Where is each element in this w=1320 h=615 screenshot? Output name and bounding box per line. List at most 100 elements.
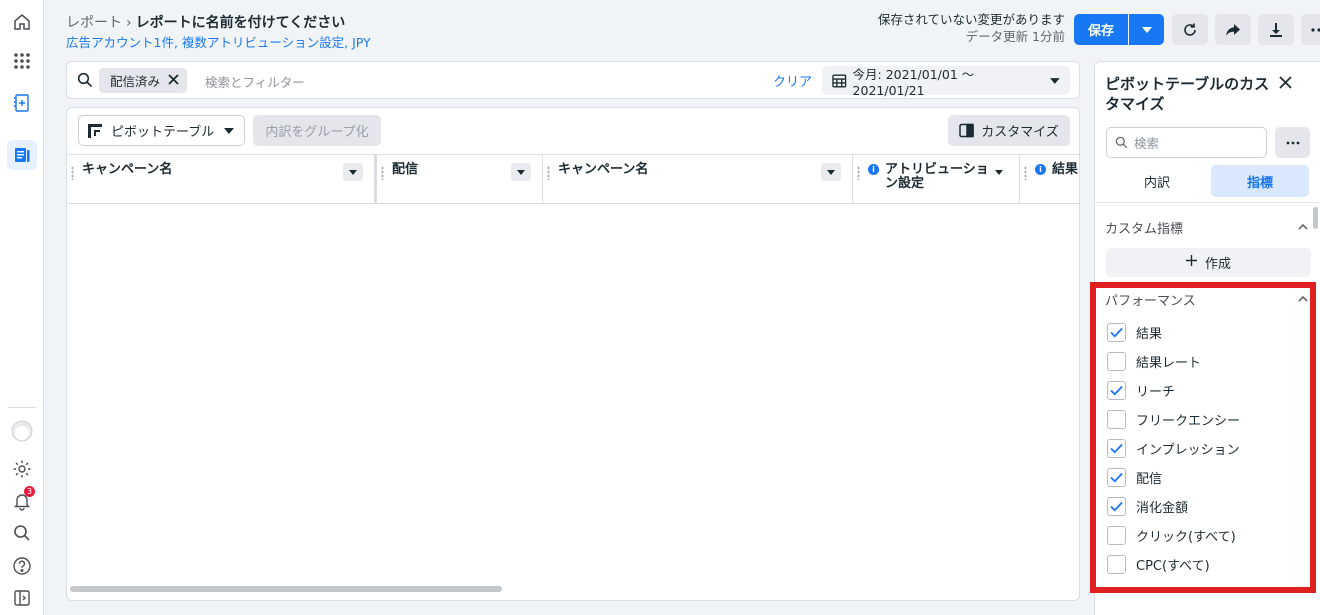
sidebar-title: ピボットテーブルのカスタマイズ: [1105, 75, 1270, 113]
help-icon[interactable]: [7, 551, 37, 581]
notification-count-badge: 3: [24, 486, 35, 497]
caret-down-icon[interactable]: [343, 163, 363, 181]
column-header-results[interactable]: i 結果: [1020, 155, 1079, 204]
date-range-picker[interactable]: 今月: 2021/01/01 ～ 2021/01/21: [822, 66, 1070, 98]
drag-handle-icon[interactable]: [381, 166, 384, 180]
checkbox-checked[interactable]: [1107, 438, 1126, 458]
performance-section-header[interactable]: パフォーマンス: [1105, 290, 1196, 309]
more-options-button[interactable]: [1301, 14, 1320, 45]
metric-search-input[interactable]: 検索: [1106, 127, 1267, 158]
more-options-button[interactable]: [1275, 127, 1310, 158]
checkbox[interactable]: [1107, 409, 1126, 429]
group-breakdowns-button[interactable]: 内訳をグループ化: [253, 115, 381, 146]
checkbox[interactable]: [1107, 525, 1126, 545]
notifications-bell-icon[interactable]: 3: [7, 486, 37, 516]
report-title[interactable]: レポートに名前を付けてください: [136, 15, 346, 31]
metric-row[interactable]: CPC(すべて): [1107, 554, 1210, 574]
caret-down-icon[interactable]: [821, 163, 841, 181]
checkbox-checked[interactable]: [1107, 496, 1126, 516]
apps-grid-icon[interactable]: [7, 46, 37, 76]
more-dots-icon: [1311, 27, 1320, 32]
column-header-campaign-name[interactable]: キャンペーン名: [67, 155, 377, 204]
tab-breakdowns[interactable]: 内訳: [1108, 165, 1206, 197]
metric-label: 結果レート: [1136, 355, 1202, 371]
metric-row[interactable]: インプレッション: [1107, 438, 1240, 458]
date-range-label: 今月: 2021/01/01 ～ 2021/01/21: [852, 66, 975, 98]
drag-handle-icon[interactable]: [71, 166, 74, 180]
metric-row[interactable]: 消化金額: [1107, 496, 1188, 516]
share-button[interactable]: [1215, 14, 1251, 45]
table-header-row: キャンペーン名 配信 キャンペーン名 i アトリビューショ ン設定 i 結果: [67, 154, 1079, 204]
collapse-panel-icon[interactable]: [7, 583, 37, 613]
chevron-up-icon[interactable]: [1298, 291, 1308, 306]
info-icon[interactable]: i: [1035, 164, 1046, 175]
search-filter-input[interactable]: 検索とフィルター: [205, 72, 305, 91]
account-info-link[interactable]: 広告アカウント1件, 複数アトリビューション設定, JPY: [66, 32, 371, 51]
drag-handle-icon[interactable]: [547, 166, 550, 180]
breadcrumb: レポート › レポートに名前を付けてください: [66, 12, 345, 32]
custom-metrics-section-header[interactable]: カスタム指標: [1105, 218, 1183, 237]
horizontal-scrollbar[interactable]: [70, 586, 502, 592]
caret-down-icon[interactable]: [511, 163, 531, 181]
customize-button[interactable]: カスタマイズ: [948, 115, 1070, 146]
close-icon[interactable]: [168, 73, 179, 88]
create-label: 作成: [1204, 257, 1231, 272]
metric-row[interactable]: フリークエンシー: [1107, 409, 1240, 429]
search-icon[interactable]: [7, 518, 37, 548]
caret-down-icon: [1141, 26, 1152, 33]
plus-icon: [1185, 255, 1197, 270]
customize-sidebar: ピボットテーブルのカスタマイズ 検索 内訳 指標 カスタム指標 作成 パフォーマ…: [1094, 61, 1320, 615]
filter-chip-delivered[interactable]: 配信済み: [99, 68, 188, 93]
create-report-icon[interactable]: [7, 88, 37, 118]
drag-handle-icon[interactable]: [1024, 166, 1027, 180]
caret-down-icon[interactable]: [989, 163, 1009, 181]
metric-row[interactable]: 結果レート: [1107, 351, 1201, 371]
view-selector-label: ピボットテーブル: [111, 125, 215, 140]
info-icon[interactable]: i: [868, 164, 879, 175]
metric-row[interactable]: 配信: [1107, 467, 1162, 487]
tab-metrics[interactable]: 指標: [1211, 165, 1309, 197]
refresh-button[interactable]: [1172, 14, 1208, 45]
metric-label: 配信: [1136, 471, 1163, 487]
pivot-table-icon: [88, 123, 102, 138]
checkbox-checked[interactable]: [1107, 380, 1126, 400]
checkmark-icon: [1110, 501, 1123, 511]
avatar[interactable]: [7, 416, 37, 446]
column-header-delivery[interactable]: 配信: [377, 155, 543, 204]
chevron-up-icon[interactable]: [1298, 219, 1308, 234]
rail-divider: [8, 407, 36, 408]
save-options-button[interactable]: [1129, 14, 1164, 45]
home-icon[interactable]: [7, 7, 37, 37]
data-updated-text: データ更新 1分前: [965, 29, 1065, 44]
save-status: 保存されていない変更があります データ更新 1分前: [878, 11, 1065, 45]
save-button[interactable]: 保存: [1074, 14, 1128, 45]
checkbox[interactable]: [1107, 351, 1126, 371]
metric-row[interactable]: クリック(すべて): [1107, 525, 1236, 545]
reports-icon[interactable]: [7, 140, 37, 170]
settings-gear-icon[interactable]: [7, 454, 37, 484]
caret-down-icon: [1050, 77, 1060, 84]
create-custom-metric-button[interactable]: 作成: [1106, 248, 1311, 277]
clear-filters-link[interactable]: クリア: [773, 71, 812, 90]
download-button[interactable]: [1258, 14, 1294, 45]
metric-label: インプレッション: [1136, 442, 1240, 458]
metric-row[interactable]: リーチ: [1107, 380, 1175, 400]
customize-label: カスタマイズ: [981, 125, 1059, 140]
filter-chip-label: 配信済み: [110, 74, 161, 89]
breadcrumb-parent[interactable]: レポート: [66, 15, 122, 31]
vertical-scrollbar[interactable]: [1313, 207, 1318, 229]
column-header-campaign-name-2[interactable]: キャンペーン名: [543, 155, 853, 204]
drag-handle-icon[interactable]: [857, 166, 860, 180]
search-placeholder: 検索: [1134, 136, 1160, 151]
metric-row[interactable]: 結果: [1107, 322, 1162, 342]
close-icon[interactable]: [1279, 76, 1292, 93]
view-selector-dropdown[interactable]: ピボットテーブル: [78, 115, 245, 146]
column-header-attribution-setting[interactable]: i アトリビューショ ン設定: [853, 155, 1020, 204]
checkbox-checked[interactable]: [1107, 467, 1126, 487]
filter-bar: 配信済み 検索とフィルター クリア 今月: 2021/01/01 ～ 2021/…: [66, 61, 1080, 99]
checkbox-checked[interactable]: [1107, 322, 1126, 342]
side-panel-icon: [959, 123, 974, 138]
metric-label: リーチ: [1136, 384, 1176, 400]
download-icon: [1270, 22, 1282, 37]
checkbox[interactable]: [1107, 554, 1126, 574]
